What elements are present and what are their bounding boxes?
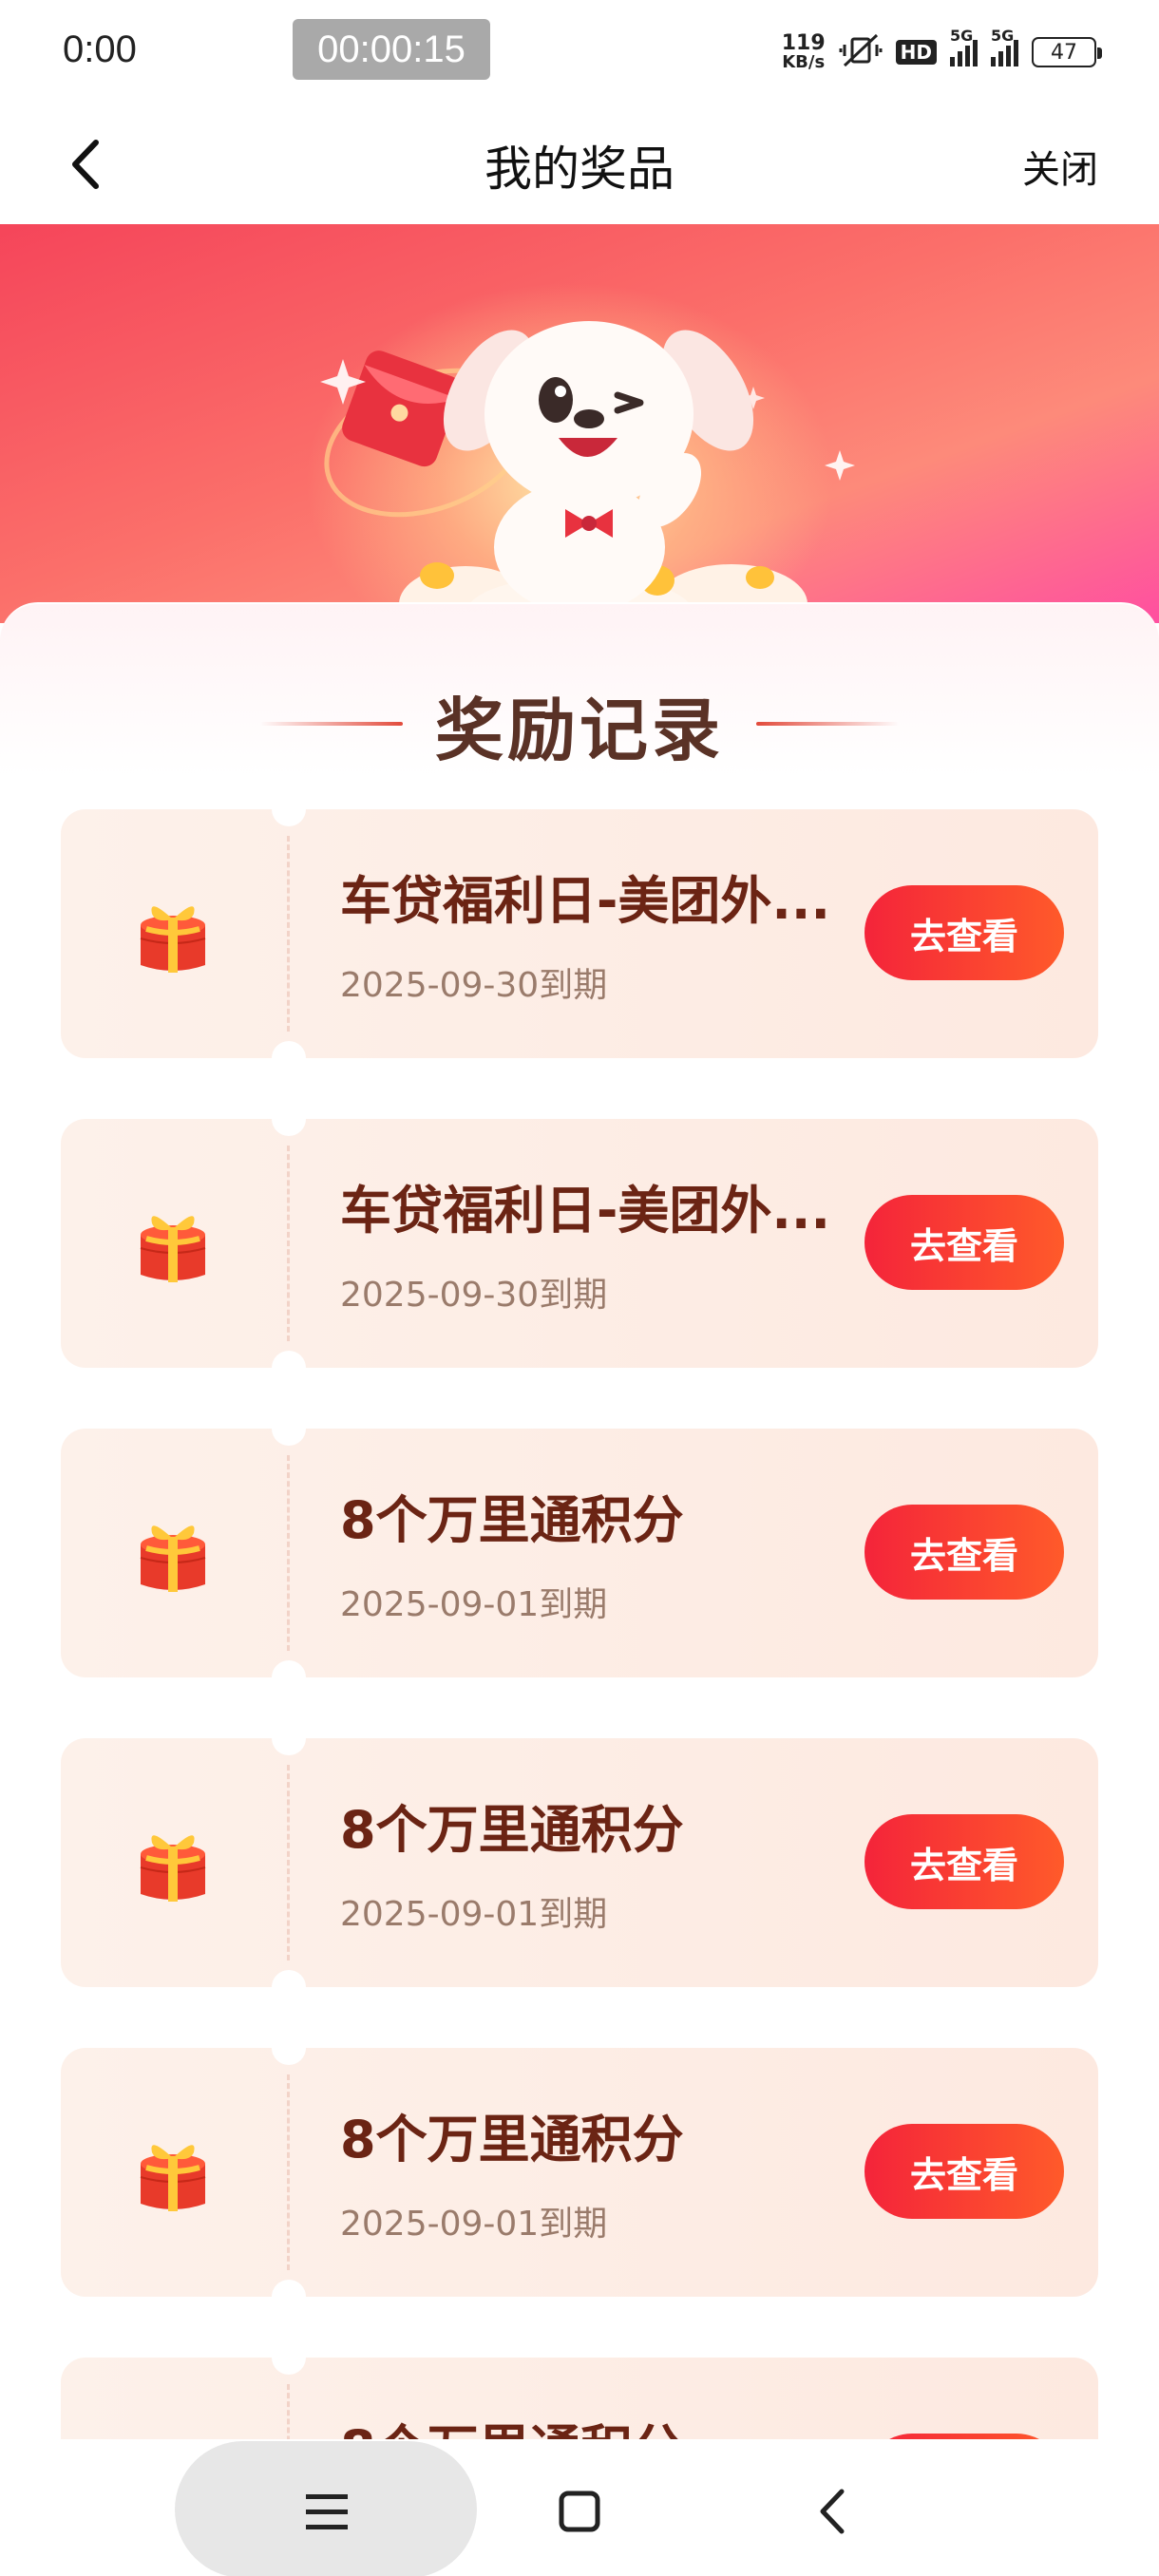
reward-title: 8个万里通积分 <box>340 1800 684 1860</box>
system-navigation-bar <box>0 2439 1159 2576</box>
reward-title: 8个万里通积分 <box>340 1490 684 1550</box>
square-home-icon <box>559 2491 600 2532</box>
reward-expiry: 2025-09-30到期 <box>340 1276 608 1315</box>
hd-voice-icon: HD <box>895 40 937 65</box>
view-reward-button[interactable]: 去查看 <box>864 885 1064 980</box>
ticket-notch-top <box>272 1721 306 1755</box>
home-button[interactable] <box>542 2473 618 2549</box>
reward-card: 8个万里通积分 2025-09-01到期 去查看 <box>61 1721 1098 2004</box>
network-speed-unit: KB/s <box>782 52 826 72</box>
signal-1-label: 5G <box>950 27 974 45</box>
ticket-notch-bottom <box>272 1660 306 1695</box>
reward-expiry: 2025-09-01到期 <box>340 2205 608 2244</box>
view-reward-button[interactable]: 去查看 <box>864 1505 1064 1600</box>
ticket-notch-top <box>272 792 306 826</box>
ticket-notch-bottom <box>272 2280 306 2314</box>
page-title: 我的奖品 <box>484 142 674 197</box>
system-back-button[interactable] <box>794 2473 870 2549</box>
network-speed: 119 KB/s <box>782 33 826 71</box>
back-arrow-icon <box>820 2489 845 2534</box>
screen-record-timer: 00:00:15 <box>293 19 490 80</box>
battery-icon: 47 <box>1032 37 1102 67</box>
ticket-notch-bottom <box>272 1970 306 2004</box>
close-button[interactable]: 关闭 <box>1022 139 1098 194</box>
mascot-dog-illustration <box>320 321 855 623</box>
status-icons: 119 KB/s HD 5G 5G 47 <box>782 27 1102 76</box>
ticket-divider <box>287 836 290 1032</box>
reward-expiry: 2025-09-01到期 <box>340 1585 608 1624</box>
battery-level: 47 <box>1051 40 1077 65</box>
reward-card: 车贷福利日-美团外... 2025-09-30到期 去查看 <box>61 792 1098 1075</box>
view-reward-button[interactable]: 去查看 <box>864 1814 1064 1909</box>
network-speed-value: 119 <box>781 31 826 55</box>
gift-box-icon <box>127 1510 218 1601</box>
decorative-line-right <box>756 722 899 726</box>
reward-expiry: 2025-09-01到期 <box>340 1895 608 1934</box>
nav-bar: 我的奖品 关闭 <box>0 103 1159 224</box>
gift-box-icon <box>127 1820 218 1911</box>
signal-icon-2: 5G <box>991 27 1018 66</box>
ticket-divider <box>287 1765 290 1960</box>
decorative-line-left <box>259 722 403 726</box>
menu-button[interactable] <box>289 2473 365 2549</box>
ticket-divider <box>287 2074 290 2270</box>
signal-2-label: 5G <box>991 27 1015 45</box>
ticket-notch-top <box>272 1102 306 1136</box>
view-reward-button[interactable]: 去查看 <box>864 2124 1064 2219</box>
view-reward-button[interactable]: 去查看 <box>864 1195 1064 1290</box>
hero-banner <box>0 224 1159 623</box>
section-title: 奖励记录 <box>434 690 724 770</box>
status-bar: 0:00 00:00:15 119 KB/s HD 5G 5G 47 <box>0 0 1159 103</box>
gift-box-icon <box>127 1201 218 1292</box>
reward-expiry: 2025-09-30到期 <box>340 966 608 1005</box>
ticket-notch-top <box>272 1411 306 1446</box>
signal-icon-1: 5G <box>950 27 978 66</box>
reward-card: 8个万里通积分 2025-09-01到期 去查看 <box>61 1411 1098 1695</box>
ticket-notch-top <box>272 2340 306 2375</box>
menu-icon <box>306 2494 348 2529</box>
reward-card: 车贷福利日-美团外... 2025-09-30到期 去查看 <box>61 1102 1098 1385</box>
gift-box-icon <box>127 2130 218 2221</box>
reward-title: 车贷福利日-美团外... <box>340 1181 830 1241</box>
gift-box-icon <box>127 891 218 982</box>
reward-title: 8个万里通积分 <box>340 2110 684 2169</box>
ticket-notch-top <box>272 2031 306 2065</box>
reward-card: 8个万里通积分 2025-09-01到期 去查看 <box>61 2031 1098 2314</box>
ticket-divider <box>287 1146 290 1341</box>
ticket-divider <box>287 1455 290 1651</box>
reward-title: 车贷福利日-美团外... <box>340 871 830 931</box>
ticket-notch-bottom <box>272 1041 306 1075</box>
mute-vibrate-icon <box>839 31 883 73</box>
status-time: 0:00 <box>63 28 137 70</box>
section-header: 奖励记录 <box>0 676 1159 771</box>
ticket-notch-bottom <box>272 1351 306 1385</box>
